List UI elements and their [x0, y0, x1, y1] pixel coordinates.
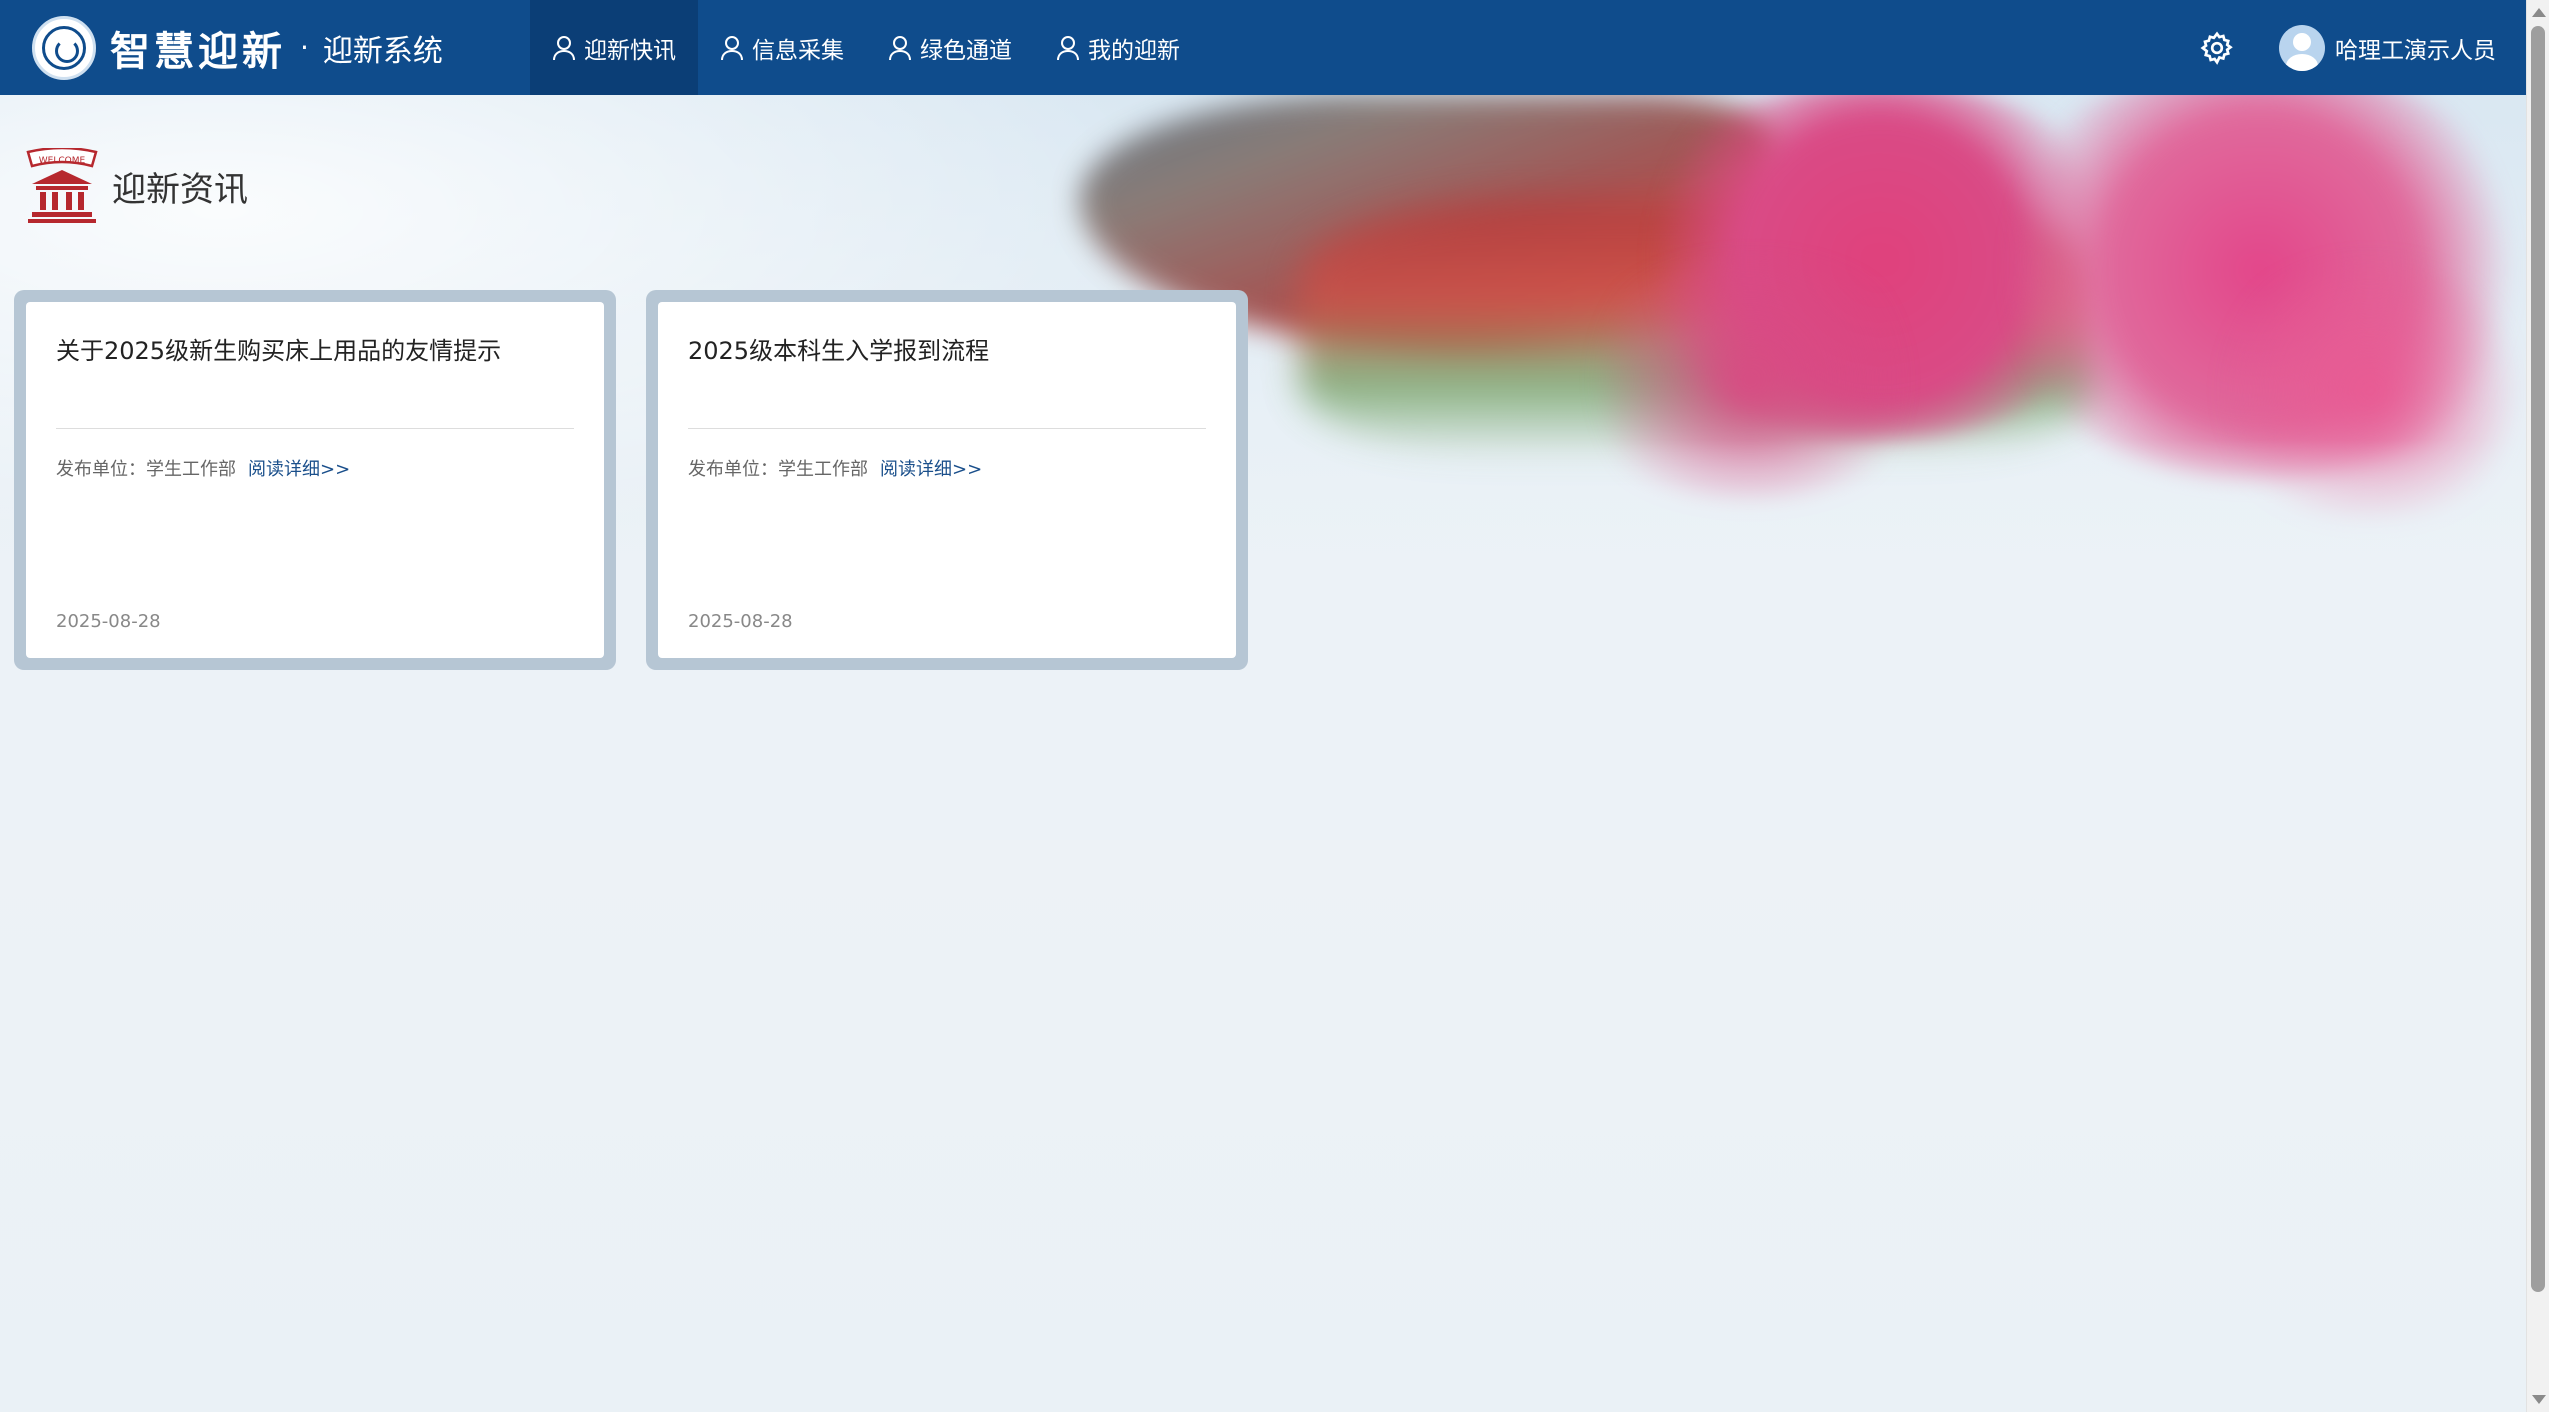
gear-icon[interactable]: [2199, 30, 2235, 66]
news-card-meta: 发布单位：学生工作部 阅读详细>>: [56, 455, 574, 481]
news-card-frame: 2025级本科生入学报到流程 发布单位：学生工作部 阅读详细>> 2025-08-…: [646, 290, 1248, 670]
nav-item-my-welcome[interactable]: 我的迎新: [1034, 0, 1202, 95]
read-more-link[interactable]: 阅读详细>>: [248, 459, 350, 480]
news-card-meta: 发布单位：学生工作部 阅读详细>>: [688, 455, 1206, 481]
nav-item-label: 绿色通道: [920, 37, 1012, 64]
news-card-frame: 关于2025级新生购买床上用品的友情提示 发布单位：学生工作部 阅读详细>> 20…: [14, 290, 616, 670]
nav-item-green-channel[interactable]: 绿色通道: [866, 0, 1034, 95]
news-card-publisher: 发布单位：学生工作部: [56, 459, 236, 480]
user-icon: [721, 35, 743, 60]
divider: [688, 428, 1206, 429]
nav-item-label: 我的迎新: [1088, 37, 1180, 64]
user-icon: [889, 35, 911, 60]
avatar-icon[interactable]: [2279, 24, 2325, 71]
user-icon: [1057, 35, 1079, 60]
scroll-thumb[interactable]: [2531, 26, 2545, 1292]
news-card-date: 2025-08-28: [56, 611, 161, 632]
welcome-building-icon: WELCOME: [26, 148, 98, 223]
nav-item-label: 迎新快讯: [584, 37, 676, 64]
news-card-date: 2025-08-28: [688, 611, 793, 632]
read-more-link[interactable]: 阅读详细>>: [880, 459, 982, 480]
news-card-title[interactable]: 关于2025级新生购买床上用品的友情提示: [56, 336, 574, 406]
news-card-publisher: 发布单位：学生工作部: [688, 459, 868, 480]
news-card-list: 关于2025级新生购买床上用品的友情提示 发布单位：学生工作部 阅读详细>> 20…: [14, 290, 1278, 670]
background-scene: [0, 0, 2526, 1412]
main-nav: 迎新快讯 信息采集 绿色通道 我的迎新: [530, 0, 1202, 95]
news-card[interactable]: 关于2025级新生购买床上用品的友情提示 发布单位：学生工作部 阅读详细>> 20…: [26, 302, 604, 658]
section-title: 迎新资讯: [112, 169, 248, 210]
username[interactable]: 哈理工演示人员: [2335, 31, 2496, 65]
vertical-scrollbar[interactable]: [2526, 0, 2549, 1412]
user-tools: 哈理工演示人员: [2199, 0, 2496, 95]
news-card-title[interactable]: 2025级本科生入学报到流程: [688, 336, 1206, 406]
user-icon: [553, 35, 575, 60]
brand-separator: ·: [300, 31, 309, 64]
nav-item-info-collection[interactable]: 信息采集: [698, 0, 866, 95]
divider: [56, 428, 574, 429]
scroll-up-arrow-icon[interactable]: [2532, 8, 2546, 17]
section-heading: WELCOME 迎新资讯: [22, 148, 248, 224]
welcome-icon-text: WELCOME: [39, 156, 86, 166]
university-seal-icon: [32, 15, 96, 80]
news-card[interactable]: 2025级本科生入学报到流程 发布单位：学生工作部 阅读详细>> 2025-08-…: [658, 302, 1236, 658]
scroll-down-arrow-icon[interactable]: [2532, 1395, 2546, 1404]
nav-item-label: 信息采集: [752, 37, 844, 64]
brand[interactable]: 智慧迎新 · 迎新系统: [0, 0, 530, 95]
top-nav-bar: 智慧迎新 · 迎新系统 迎新快讯 信息采集 绿色通道 我的迎新 哈理工演示人员: [0, 0, 2526, 95]
nav-item-news[interactable]: 迎新快讯: [530, 0, 698, 95]
brand-title: 智慧迎新: [110, 28, 286, 75]
brand-subtitle: 迎新系统: [322, 33, 443, 69]
